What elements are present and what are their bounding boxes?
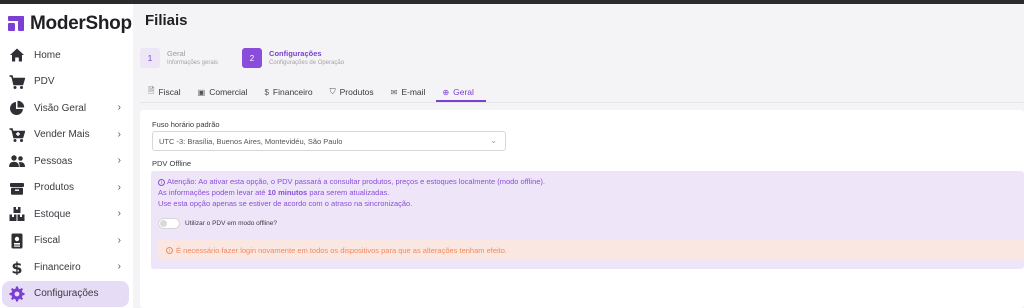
sidebar-item-label: Pessoas <box>34 155 73 167</box>
users-icon <box>9 153 25 169</box>
step-number: 2 <box>242 48 263 68</box>
alert-text: É necessário fazer login novamente em to… <box>176 245 508 255</box>
sidebar-item-label: Financeiro <box>34 261 81 273</box>
pdv-offline-label: PDV Offline <box>152 159 192 168</box>
sidebar-item-label: Configurações <box>34 288 99 300</box>
timezone-value: UTC -3: Brasília, Buenos Aires, Montevid… <box>159 136 343 146</box>
tab-comercial[interactable]: ▣ Comercial <box>198 84 248 100</box>
step-title: Geral <box>167 49 186 58</box>
box-icon <box>9 180 25 196</box>
sidebar-item-vender-mais[interactable]: Vender Mais › <box>2 122 129 149</box>
sidebar-item-estoque[interactable]: Estoque › <box>2 201 129 228</box>
sidebar-item-label: Home <box>34 49 61 61</box>
dollar-icon: $ <box>9 259 25 275</box>
home-icon <box>9 47 25 63</box>
mail-icon: ✉ <box>390 87 398 97</box>
relogin-alert: i É necessário fazer login novamente em … <box>158 240 1024 260</box>
timezone-label: Fuso horário padrão <box>152 120 220 129</box>
sidebar-item-label: Vender Mais <box>34 129 90 141</box>
cart-plus-icon <box>9 127 25 143</box>
tab-financeiro[interactable]: $ Financeiro <box>264 84 312 100</box>
id-badge-icon <box>9 233 25 249</box>
sidebar-item-label: Fiscal <box>34 235 61 247</box>
document-icon: 🗎 <box>148 86 155 95</box>
tab-bar: 🗎 Fiscal ▣ Comercial $ Financeiro ⛉ Prod… <box>148 84 491 102</box>
warning-line2-pre: As informações podem levar até <box>158 188 268 197</box>
dollar-icon: $ <box>264 87 269 97</box>
chevron-right-icon: › <box>117 181 121 193</box>
page-title: Filiais <box>145 12 188 29</box>
tab-geral[interactable]: ⊕ Geral <box>436 84 486 102</box>
tab-label: E-mail <box>401 87 426 97</box>
tabs-divider <box>140 102 1024 103</box>
tab-label: Produtos <box>339 87 374 97</box>
sidebar-nav: Home PDV Visão Geral › Vender Mais › Pes… <box>2 42 129 307</box>
sidebar-item-financeiro[interactable]: $ Financeiro › <box>2 254 129 281</box>
svg-text:$: $ <box>11 259 22 275</box>
tab-label: Comercial <box>209 87 248 97</box>
sidebar-item-home[interactable]: Home <box>2 42 129 69</box>
warning-line1: Atenção: Ao ativar esta opção, o PDV pas… <box>167 177 545 186</box>
logo-text: ModerShop <box>30 13 132 34</box>
main-content: Filiais 1 Geral Informações gerais 2 Con… <box>133 4 1024 308</box>
sidebar-item-configuracoes[interactable]: Configurações <box>2 280 129 307</box>
chevron-down-icon: ⌄ <box>490 136 497 145</box>
step-geral[interactable]: 1 Geral Informações gerais <box>140 48 218 68</box>
offline-toggle[interactable] <box>158 218 180 229</box>
sidebar-item-label: Produtos <box>34 182 75 194</box>
pie-chart-icon <box>9 100 25 116</box>
step-subtitle: Informações gerais <box>167 60 219 66</box>
sidebar-item-label: Estoque <box>34 208 71 220</box>
logo[interactable]: ModerShop <box>8 13 132 35</box>
settings-card: Fuso horário padrão UTC -3: Brasília, Bu… <box>140 110 1024 308</box>
step-subtitle: Configurações de Operação <box>269 60 345 66</box>
globe-icon: ⊕ <box>442 87 450 97</box>
sidebar-item-pessoas[interactable]: Pessoas › <box>2 148 129 175</box>
step-configuracoes[interactable]: 2 Configurações Configurações de Operaçã… <box>242 48 344 68</box>
info-icon: i <box>166 246 173 254</box>
tab-email[interactable]: ✉ E-mail <box>391 84 426 100</box>
logo-mark-icon <box>8 16 26 32</box>
step-number: 1 <box>140 48 160 68</box>
offline-toggle-label: Utilizar o PDV em modo offline? <box>185 220 278 227</box>
chevron-right-icon: › <box>117 208 121 219</box>
info-icon: i <box>158 179 165 186</box>
tab-produtos[interactable]: ⛉ Produtos <box>330 84 374 100</box>
warning-line2-bold: 10 minutos <box>267 188 308 197</box>
warning-line3: Use esta opção apenas se estiver de acor… <box>158 199 413 208</box>
tab-label: Financeiro <box>272 87 313 97</box>
gear-icon <box>9 286 25 302</box>
sidebar-item-produtos[interactable]: Produtos › <box>2 175 129 202</box>
step-title: Configurações <box>269 49 322 58</box>
chevron-right-icon: › <box>117 102 121 113</box>
offline-warning: i Atenção: Ao ativar esta opção, o PDV pa… <box>158 176 545 209</box>
sidebar-item-pdv[interactable]: PDV <box>2 69 129 96</box>
sidebar-item-label: PDV <box>34 76 55 88</box>
tab-fiscal[interactable]: 🗎 Fiscal <box>148 84 181 100</box>
calendar-icon: ▣ <box>197 87 206 97</box>
tag-icon: ⛉ <box>329 87 336 96</box>
chevron-right-icon: › <box>117 155 121 166</box>
tab-label: Geral <box>453 87 474 97</box>
boxes-icon <box>9 206 25 222</box>
chevron-right-icon: › <box>117 261 121 272</box>
timezone-select[interactable]: UTC -3: Brasília, Buenos Aires, Montevid… <box>152 131 506 151</box>
sidebar: ModerShop Home PDV Visão Geral › Vender … <box>0 4 133 308</box>
chevron-right-icon: › <box>117 128 121 140</box>
cart-icon <box>9 74 25 90</box>
pdv-offline-panel: i Atenção: Ao ativar esta opção, o PDV pa… <box>151 171 1024 269</box>
chevron-right-icon: › <box>117 234 121 246</box>
sidebar-item-visao-geral[interactable]: Visão Geral › <box>2 95 129 122</box>
sidebar-item-fiscal[interactable]: Fiscal › <box>2 228 129 255</box>
sidebar-item-label: Visão Geral <box>34 102 87 114</box>
offline-toggle-row: Utilizar o PDV em modo offline? <box>158 218 277 229</box>
tab-label: Fiscal <box>158 87 181 97</box>
warning-line2-post: para serem atualizadas. <box>307 188 390 197</box>
stepper: 1 Geral Informações gerais 2 Configuraçõ… <box>140 48 368 68</box>
